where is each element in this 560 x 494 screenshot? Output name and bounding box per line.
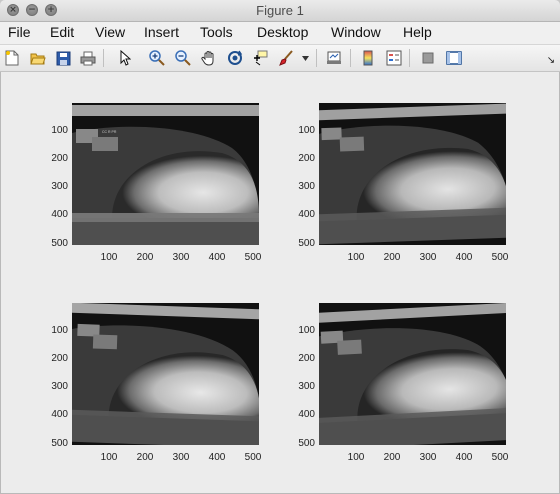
show-plot-tools-icon[interactable]	[445, 49, 463, 67]
new-figure-icon[interactable]	[3, 49, 21, 67]
x-tick-label: 400	[208, 252, 226, 263]
x-tick-label: 100	[100, 252, 118, 263]
y-tick-label: 300	[298, 381, 315, 392]
menu-help[interactable]: Help	[403, 24, 432, 40]
y-tick-label: 200	[298, 353, 315, 364]
menu-file[interactable]: File	[8, 24, 31, 40]
y-tick-label: 500	[51, 238, 68, 249]
toolbar-separator	[409, 49, 410, 67]
open-file-icon[interactable]	[29, 49, 47, 67]
pan-hand-icon[interactable]	[200, 49, 218, 67]
rotate-3d-icon[interactable]	[226, 49, 244, 67]
toolbar-separator	[103, 49, 104, 67]
y-tick-label: 200	[51, 353, 68, 364]
select-arrow-icon[interactable]	[116, 49, 134, 67]
brush-icon[interactable]	[277, 49, 295, 67]
toolbar-separator	[316, 49, 317, 67]
y-tick-label: 500	[298, 238, 315, 249]
mammogram-image: CC R PR	[72, 103, 259, 245]
subplot-1-axes[interactable]: CC R PR	[72, 103, 259, 245]
x-tick-label: 500	[244, 452, 262, 463]
y-tick-label: 200	[51, 153, 68, 164]
menu-bar: File Edit View Insert Tools Desktop Wind…	[0, 22, 560, 44]
x-tick-label: 300	[172, 452, 190, 463]
menu-edit[interactable]: Edit	[50, 24, 74, 40]
x-tick-label: 200	[136, 252, 154, 263]
y-tick-label: 100	[298, 125, 315, 136]
x-tick-label: 500	[491, 252, 509, 263]
subplot-2-axes[interactable]	[319, 103, 506, 245]
y-tick-label: 400	[298, 409, 315, 420]
subplot-4-axes[interactable]	[319, 303, 506, 445]
menu-tools[interactable]: Tools	[200, 24, 233, 40]
zoom-out-icon[interactable]	[174, 49, 192, 67]
y-tick-label: 400	[51, 209, 68, 220]
x-tick-label: 100	[100, 452, 118, 463]
y-tick-label: 300	[298, 181, 315, 192]
x-tick-label: 400	[455, 452, 473, 463]
mammogram-image	[319, 103, 506, 245]
y-tick-label: 100	[51, 325, 68, 336]
menu-window[interactable]: Window	[331, 24, 381, 40]
mammogram-image	[319, 303, 506, 445]
svg-text:CC R PR: CC R PR	[102, 130, 117, 134]
x-tick-label: 500	[244, 252, 262, 263]
x-tick-label: 400	[208, 452, 226, 463]
hide-plot-tools-icon[interactable]	[419, 49, 437, 67]
x-tick-label: 500	[491, 452, 509, 463]
menu-insert[interactable]: Insert	[144, 24, 179, 40]
print-icon[interactable]	[79, 49, 97, 67]
x-tick-label: 100	[347, 452, 365, 463]
save-icon[interactable]	[54, 49, 72, 67]
data-cursor-icon[interactable]	[251, 49, 269, 67]
corner-dock-icon[interactable]: ↘	[542, 51, 560, 69]
x-tick-label: 300	[419, 452, 437, 463]
y-tick-label: 300	[51, 381, 68, 392]
x-tick-label: 200	[136, 452, 154, 463]
y-tick-label: 300	[51, 181, 68, 192]
y-tick-label: 500	[51, 438, 68, 449]
zoom-in-icon[interactable]	[148, 49, 166, 67]
x-tick-label: 300	[419, 252, 437, 263]
colorbar-icon[interactable]	[359, 49, 377, 67]
y-tick-label: 500	[298, 438, 315, 449]
figure-canvas: CC R PR 100 200 300 400 500 100 200 300 …	[4, 72, 556, 490]
toolbar: ↘	[0, 44, 560, 72]
menu-desktop[interactable]: Desktop	[257, 24, 308, 40]
x-tick-label: 300	[172, 252, 190, 263]
subplot-3-axes[interactable]	[72, 303, 259, 445]
title-bar: × − + Figure 1	[0, 0, 560, 22]
y-tick-label: 200	[298, 153, 315, 164]
y-tick-label: 100	[298, 325, 315, 336]
menu-view[interactable]: View	[95, 24, 125, 40]
y-tick-label: 400	[51, 409, 68, 420]
y-tick-label: 400	[298, 209, 315, 220]
window-title: Figure 1	[256, 3, 304, 18]
dropdown-arrow-icon[interactable]	[299, 49, 311, 67]
link-plot-icon[interactable]	[325, 49, 343, 67]
x-tick-label: 200	[383, 452, 401, 463]
toolbar-separator	[350, 49, 351, 67]
x-tick-label: 200	[383, 252, 401, 263]
legend-icon[interactable]	[385, 49, 403, 67]
x-tick-label: 100	[347, 252, 365, 263]
mammogram-image	[72, 303, 259, 445]
figure-window: × − + Figure 1 File Edit View Insert Too…	[0, 0, 560, 494]
y-tick-label: 100	[51, 125, 68, 136]
x-tick-label: 400	[455, 252, 473, 263]
